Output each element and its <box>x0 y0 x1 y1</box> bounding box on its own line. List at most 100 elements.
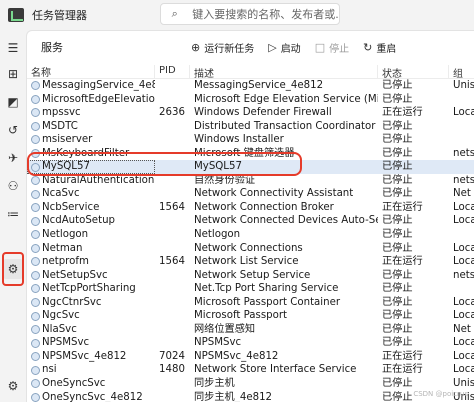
service-name: MicrosoftEdgeElevatio... <box>42 93 155 105</box>
service-name-cell: OneSyncSvc_4e812 <box>27 391 155 402</box>
column-header-group[interactable]: 组 <box>449 65 474 78</box>
restart-button[interactable]: ↻ 重启 <box>363 40 396 55</box>
service-group: Loca <box>453 364 474 376</box>
navigation-rail: ☰ ⊞ ◩ ↺ ✈ ⚇ ≔ ⚙ ⚙ <box>0 30 26 402</box>
run-new-task-button[interactable]: ⊕ 运行新任务 <box>191 40 254 55</box>
service-name-cell: OneSyncSvc <box>27 377 155 391</box>
service-status: 正在运行 <box>382 201 423 213</box>
stop-button[interactable]: □ 停止 <box>315 40 349 55</box>
service-name: NPSMSvc <box>42 337 90 349</box>
table-row[interactable]: MicrosoftEdgeElevatio... Microsoft Edge E… <box>27 93 474 107</box>
table-row[interactable]: netprofm 1564 Network List Service 正在运行 Loca <box>27 255 474 269</box>
processes-icon[interactable]: ⊞ <box>3 64 23 84</box>
service-description: Net.Tcp Port Sharing Service <box>194 283 339 295</box>
settings-icon[interactable]: ⚙ <box>3 376 23 396</box>
title-bar: 任务管理器 ⌕ 键入要搜索的名称、发布者或... <box>0 0 474 30</box>
details-icon[interactable]: ≔ <box>3 204 23 224</box>
table-row[interactable]: NetTcpPortSharing Net.Tcp Port Sharing Se… <box>27 282 474 296</box>
table-row[interactable]: msiserver Windows Installer 已停止 <box>27 133 474 147</box>
table-row[interactable]: Netman Network Connections 已停止 Loca <box>27 242 474 256</box>
service-description: Network Connected Devices Auto-Setup <box>194 215 378 227</box>
stop-icon: □ <box>314 40 326 54</box>
performance-icon[interactable]: ◩ <box>3 92 23 112</box>
table-row[interactable]: mpssvc 2636 Windows Defender Firewall 正在运行 L… <box>27 106 474 120</box>
service-name: NPSMSvc_4e812 <box>42 350 127 362</box>
service-name: OneSyncSvc_4e812 <box>42 391 143 402</box>
service-pid <box>155 391 190 402</box>
services-highlight-box <box>2 252 24 286</box>
restart-icon: ↻ <box>363 40 373 54</box>
service-name: OneSyncSvc <box>42 378 106 390</box>
service-group <box>449 282 474 296</box>
users-icon[interactable]: ⚇ <box>3 176 23 196</box>
service-name-cell: MicrosoftEdgeElevatio... <box>27 93 155 107</box>
service-group: Loca <box>453 201 474 213</box>
service-name-cell: NgcSvc <box>27 309 155 323</box>
service-group: Unis <box>453 378 474 390</box>
startup-apps-icon[interactable]: ✈ <box>3 148 23 168</box>
table-row[interactable]: MSDTC Distributed Transaction Coordinator… <box>27 120 474 134</box>
table-row[interactable]: OneSyncSvc_4e812 同步主机_4e812 已停止 Unis <box>27 391 474 402</box>
app-history-icon[interactable]: ↺ <box>3 120 23 140</box>
service-name: netprofm <box>42 256 89 268</box>
table-row[interactable]: NcdAutoSetup Network Connected Devices Au… <box>27 214 474 228</box>
service-status: 正在运行 <box>382 256 423 268</box>
service-name: mpssvc <box>42 107 81 119</box>
table-row[interactable]: NPSMSvc NPSMSvc 已停止 Loca <box>27 336 474 350</box>
service-pid: 1564 <box>159 201 185 213</box>
table-row[interactable]: Netlogon Netlogon 已停止 <box>27 228 474 242</box>
table-body: MessagingService_4e81... MessagingService… <box>27 79 474 402</box>
column-header-status[interactable]: 状态 <box>378 65 449 78</box>
service-name-cell: NetTcpPortSharing <box>27 282 155 296</box>
service-description: Microsoft Edge Elevation Service (Micr..… <box>194 93 378 105</box>
service-icon <box>31 392 40 402</box>
service-icon <box>31 284 40 294</box>
service-name: NetTcpPortSharing <box>42 283 136 295</box>
service-group: Loca <box>453 296 474 308</box>
service-name: msiserver <box>42 134 93 146</box>
service-name-cell: MessagingService_4e81... <box>27 79 155 93</box>
table-row[interactable]: nsi 1480 Network Store Interface Service 正在… <box>27 363 474 377</box>
service-group: Loca <box>453 242 474 254</box>
table-row[interactable]: NgcCtnrSvc Microsoft Passport Container 已停… <box>27 296 474 310</box>
search-input[interactable]: 键入要搜索的名称、发布者或... <box>192 6 339 22</box>
start-button[interactable]: ▷ 启动 <box>268 40 300 55</box>
service-group: Loca <box>453 215 474 227</box>
start-label: 启动 <box>280 43 301 55</box>
table-row[interactable]: NgcSvc Microsoft Passport 已停止 Loca <box>27 309 474 323</box>
table-row[interactable]: NetSetupSvc Network Setup Service 已停止 nets <box>27 269 474 283</box>
table-row[interactable]: NcaSvc Network Connectivity Assistant 已停止 N… <box>27 187 474 201</box>
play-icon: ▷ <box>268 40 277 54</box>
service-status: 已停止 <box>382 93 413 105</box>
service-pid <box>155 133 190 147</box>
service-group: Loca <box>453 310 474 322</box>
table-row[interactable]: OneSyncSvc 同步主机 已停止 Unis <box>27 377 474 391</box>
service-icon <box>31 379 40 389</box>
column-header-pid[interactable]: PID <box>155 65 190 78</box>
service-name: Netlogon <box>42 229 89 241</box>
service-description: NPSMSvc <box>194 337 242 349</box>
service-name: NgcCtnrSvc <box>42 296 102 308</box>
hamburger-icon[interactable]: ☰ <box>3 38 23 58</box>
column-header-name[interactable]: 名称 <box>27 65 155 78</box>
service-group: Loca <box>453 337 474 349</box>
service-group: Unis <box>453 80 474 91</box>
table-row[interactable]: MessagingService_4e81... MessagingService… <box>27 79 474 93</box>
table-row[interactable]: NPSMSvc_4e812 7024 NPSMSvc_4e812 正在运行 Loca <box>27 350 474 364</box>
service-status: 已停止 <box>382 229 413 241</box>
run-task-icon: ⊕ <box>191 40 201 54</box>
watermark: CSDN @poicrus <box>413 390 468 398</box>
service-name-cell: NetSetupSvc <box>27 269 155 283</box>
table-row[interactable]: NcbService 1564 Network Connection Broker 正… <box>27 201 474 215</box>
column-header-description[interactable]: 描述 <box>190 65 378 78</box>
service-status: 已停止 <box>382 120 413 132</box>
table-row[interactable]: NlaSvc 网络位置感知 已停止 Net <box>27 323 474 337</box>
service-name: NetSetupSvc <box>42 269 108 281</box>
service-name-cell: Netlogon <box>27 228 155 242</box>
service-icon <box>31 121 40 131</box>
service-group: nets <box>453 174 474 186</box>
service-name: NcaSvc <box>42 188 80 200</box>
search-box[interactable]: ⌕ 键入要搜索的名称、发布者或... <box>160 3 340 25</box>
service-name-cell: NlaSvc <box>27 323 155 337</box>
services-panel: 服务 ⊕ 运行新任务 ▷ 启动 □ 停止 ↻ 重启 名称 PID 描述 状态 组… <box>26 30 474 402</box>
